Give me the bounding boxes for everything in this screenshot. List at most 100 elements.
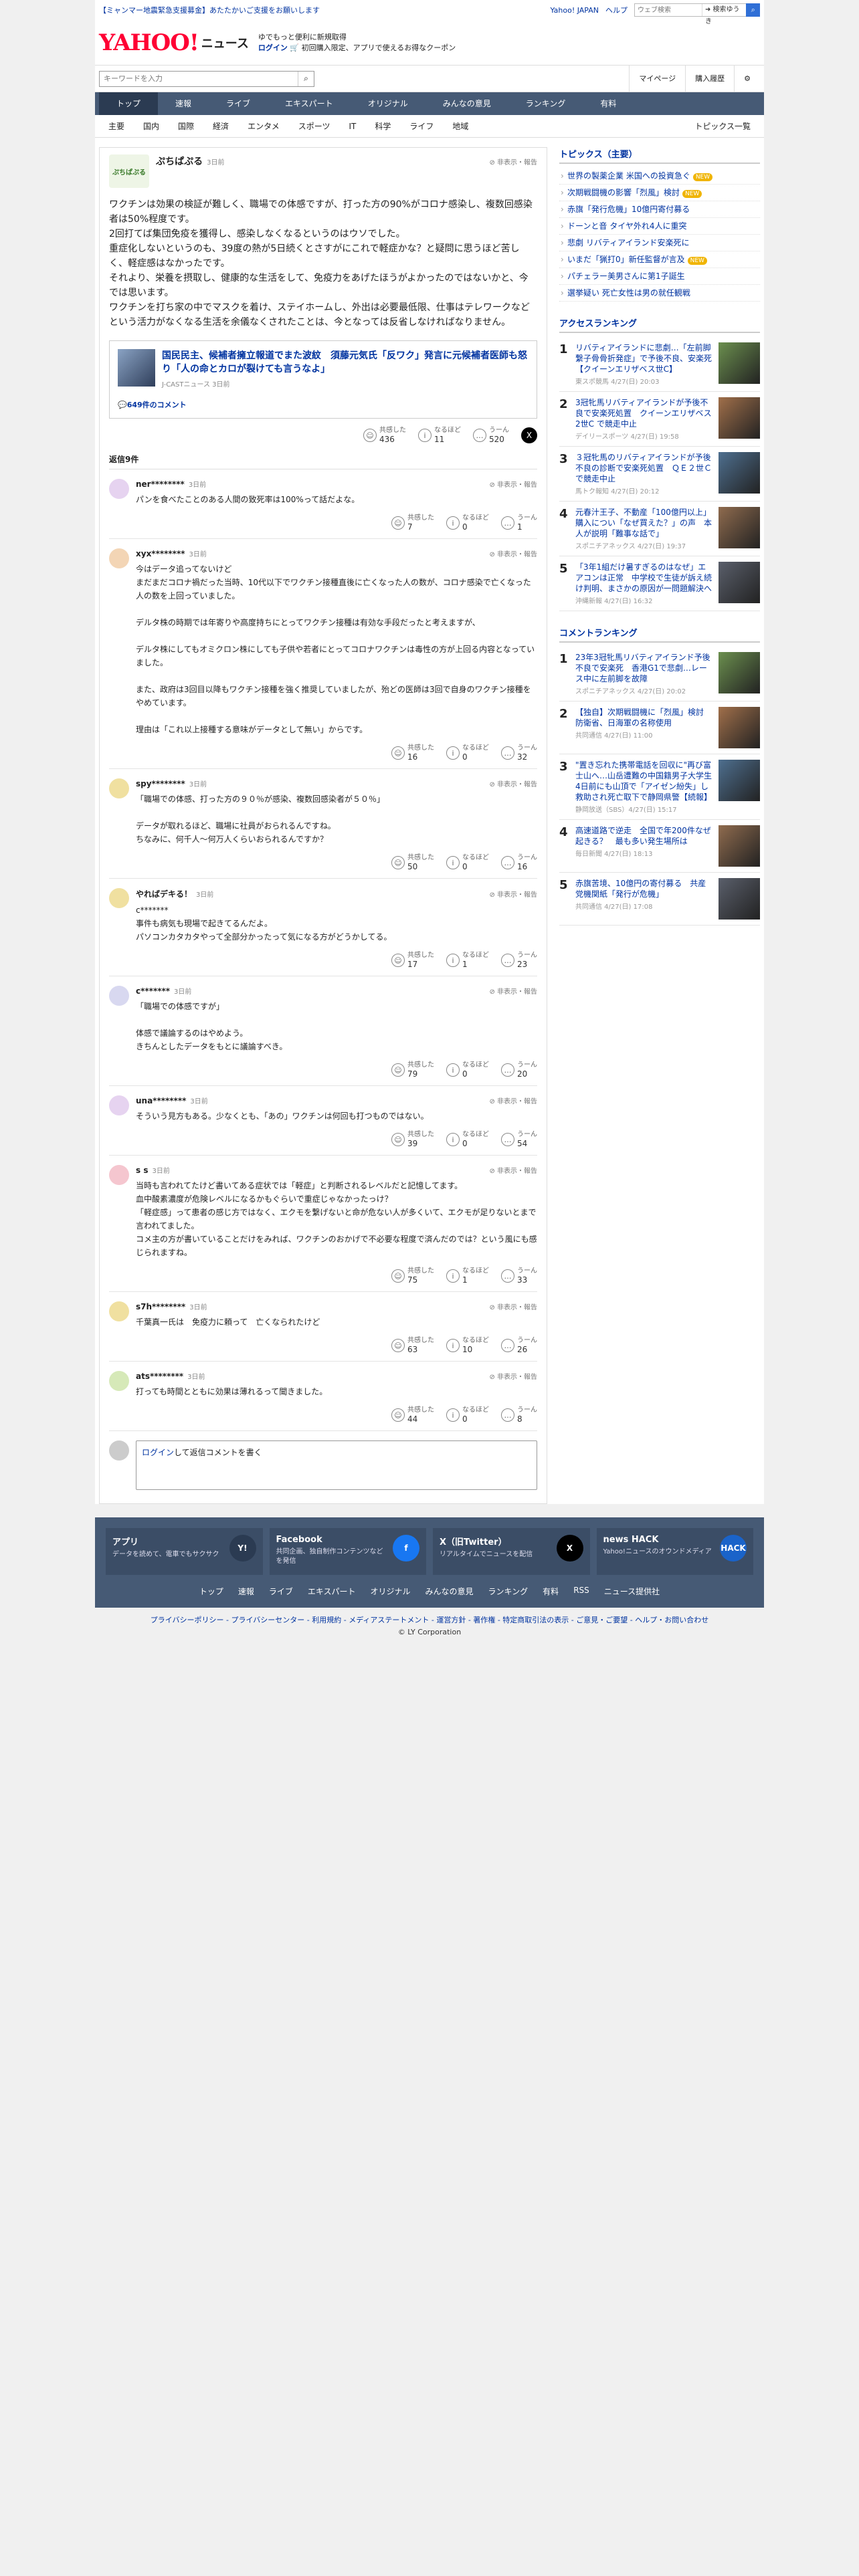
rank-thumbnail[interactable] [719,825,760,867]
article-thumbnail[interactable] [118,349,155,387]
donation-notice-link[interactable]: 【ミャンマー地震緊急支援募金】あたたかいご支援をお願いします [99,5,320,15]
rank-title[interactable]: 3冠牝馬リバティアイランドが予後不良で安楽死処置 クイーンエリザベス2世C で競… [575,397,713,429]
x-share-icon[interactable]: X [521,427,537,443]
empathy-button[interactable]: ☺ 共感した 75 [391,1267,434,1285]
empathy-button[interactable]: ☺ 共感した 39 [391,1131,434,1148]
login-link[interactable]: ログイン [258,43,288,52]
avatar[interactable] [109,479,129,499]
avatar[interactable] [109,548,129,568]
hmm-button[interactable]: … うーん 33 [501,1267,537,1285]
web-search-mode[interactable]: ➜ 検索ゆうき [702,4,746,25]
rank-thumbnail[interactable] [719,452,760,494]
gnav-live[interactable]: ライブ [209,92,268,115]
web-search-input[interactable] [635,4,702,16]
avatar[interactable] [109,1371,129,1391]
ranking-item[interactable]: 4 高速道路で逆走 全国で年200件なぜ起きる？ 最も多い発生場所は 毎日新聞 4/… [559,820,760,873]
gnav-paid[interactable]: 有料 [583,92,634,115]
bottom-links[interactable]: プライバシーポリシー - プライバシーセンター - 利用規約 - メディアステー… [0,1614,859,1626]
gnav-top[interactable]: トップ [99,92,159,115]
avatar[interactable] [109,986,129,1006]
topic-item[interactable]: 世界の製薬企業 米国への投資急ぐNEW [559,168,760,185]
snav-economy[interactable]: 経済 [203,120,238,132]
empathy-button[interactable]: ☺ 共感した 50 [391,854,434,871]
footer-card[interactable]: news HACK Yahoo!ニュースのオウンドメディア HACK [596,1528,753,1575]
avatar[interactable] [109,778,129,798]
topic-item[interactable]: パチェラー美男さんに第1子誕生 [559,268,760,285]
topic-item[interactable]: 悲劇 リバティアイランド安楽死に [559,235,760,251]
footer-link[interactable]: 速報 [238,1586,254,1597]
ranking-item[interactable]: 3 "置き忘れた携帯電話を回収に"再び富士山へ…山岳遭難の中国籍男子大学生 4日前… [559,754,760,820]
empathy-button[interactable]: ☺ 共感した 79 [391,1061,434,1079]
snav-main[interactable]: 主要 [99,120,134,132]
snav-it[interactable]: IT [339,122,365,131]
rank-title[interactable]: 「3年1組だけ暑すぎるのはなぜ」エアコンは正常 中学校で生徒が訴え続け判明、まさ… [575,562,713,594]
help-link[interactable]: ヘルプ [605,5,628,15]
reply-user[interactable]: ats******** [136,1372,183,1381]
article-comment-count[interactable]: 💬649件のコメント [118,399,529,410]
hmm-button[interactable]: … うーん 26 [501,1337,537,1354]
hmm-button[interactable]: … うーん 20 [501,1061,537,1079]
reply-user[interactable]: やればデキる！ [136,888,192,899]
ranking-item[interactable]: 3 ３冠牝馬のリバティアイランドが予後不良の診断で安楽死処置 ＱＥ２世Ｃで競走中止… [559,447,760,502]
hmm-button[interactable]: … うーん 8 [501,1406,537,1424]
reply-input[interactable]: ログインして返信コメントを書く [136,1440,537,1490]
insight-button[interactable]: i なるほど 1 [446,1267,489,1285]
reply-user[interactable]: una******** [136,1096,186,1105]
rank-title[interactable]: 【独自】次期戦闘機に「烈風」検討 防衛省、日海軍の名称使用 [575,707,713,728]
report-link[interactable]: ⊘ 非表示・報告 [489,986,537,996]
gnav-expert[interactable]: エキスパート [268,92,351,115]
report-link[interactable]: ⊘ 非表示・報告 [489,1371,537,1381]
empathy-button[interactable]: ☺ 共感した 44 [391,1406,434,1424]
snav-local[interactable]: 地域 [443,120,478,132]
rank-title[interactable]: 元春汁王子、不動産「100億円以上」購入につい「なぜ買えた？」の声 本人が説明「… [575,507,713,539]
rank-thumbnail[interactable] [719,397,760,439]
empathy-button[interactable]: ☺ 共感した 17 [391,952,434,969]
ranking-item[interactable]: 1 リバティアイランドに悲劇…「左前脚繋子骨骨折発症」で予後不良、安楽死【クイーン… [559,337,760,392]
report-link[interactable]: ⊘ 非表示・報告 [489,889,537,899]
topic-item[interactable]: 赤旗「発行危機」10億円寄付募る [559,201,760,218]
topics-list-link[interactable]: トピックス一覧 [685,120,760,132]
avatar[interactable]: ぷちぱぷる [109,154,149,188]
insight-button[interactable]: i なるほど 0 [446,1406,489,1424]
snav-domestic[interactable]: 国内 [134,120,169,132]
rank-thumbnail[interactable] [719,652,760,693]
avatar[interactable] [109,1095,129,1115]
rank-thumbnail[interactable] [719,342,760,384]
hmm-button[interactable]: … うーん 23 [501,952,537,969]
footer-link[interactable]: 有料 [543,1586,559,1597]
rank-thumbnail[interactable] [719,878,760,920]
search-icon[interactable]: ⌕ [298,71,314,86]
gnav-ranking[interactable]: ランキング [508,92,583,115]
ranking-item[interactable]: 2 3冠牝馬リバティアイランドが予後不良で安楽死処置 クイーンエリザベス2世C で… [559,392,760,447]
gnav-breaking[interactable]: 速報 [158,92,209,115]
footer-card[interactable]: X（旧Twitter） リアルタイムでニュースを配信 X [433,1528,590,1575]
hmm-button[interactable]: … うーん 1 [501,514,537,532]
report-link[interactable]: ⊘ 非表示・報告 [489,778,537,788]
topic-item[interactable]: ドーンと音 タイヤ外れ4人に重突 [559,218,760,235]
report-link[interactable]: ⊘ 非表示・報告 [489,1165,537,1175]
rank-thumbnail[interactable] [719,562,760,603]
yahoo-logo[interactable]: YAHOO! [99,29,199,56]
rank-title[interactable]: 23年3冠牝馬リバティアイランド予後不良で安楽死 香港G1で悲劇…レース中に左前… [575,652,713,684]
empathy-button[interactable]: ☺ 共感した 7 [391,514,434,532]
purchase-history-link[interactable]: 購入履歴 [685,65,734,92]
report-link[interactable]: ⊘ 非表示・報告 [489,1095,537,1105]
ranking-item[interactable]: 1 23年3冠牝馬リバティアイランド予後不良で安楽死 香港G1で悲劇…レース中に左… [559,647,760,702]
topic-item[interactable]: いまだ「猟打0」新任監督が言及NEW [559,251,760,268]
insight-button[interactable]: i なるほど 0 [446,744,489,762]
reply-user[interactable]: c******* [136,986,170,996]
reply-user[interactable]: xyx******** [136,549,185,558]
insight-button[interactable]: i なるほど 1 [446,952,489,969]
empathy-button[interactable]: ☺ 共感した 63 [391,1337,434,1354]
footer-link[interactable]: オリジナル [371,1586,411,1597]
insight-button[interactable]: i なるほど 0 [446,514,489,532]
empathy-button[interactable]: ☺ 共感した 436 [363,427,406,444]
snav-sports[interactable]: スポーツ [289,120,340,132]
ranking-item[interactable]: 5 赤旗苦境、10億円の寄付募る 共産党機関紙「発行が危機」 共同通信 4/27(日… [559,873,760,926]
footer-link[interactable]: ランキング [488,1586,529,1597]
gnav-original[interactable]: オリジナル [351,92,425,115]
article-card[interactable]: 国民民主、候補者擁立報道でまた波紋 須藤元気氏「反ワク」発言に元候補者医師も怒り… [109,340,537,419]
rank-thumbnail[interactable] [719,760,760,801]
rank-title[interactable]: "置き忘れた携帯電話を回収に"再び富士山へ…山岳遭難の中国籍男子大学生 4日前に… [575,760,713,802]
yahoo-japan-link[interactable]: Yahoo! JAPAN [550,6,599,15]
